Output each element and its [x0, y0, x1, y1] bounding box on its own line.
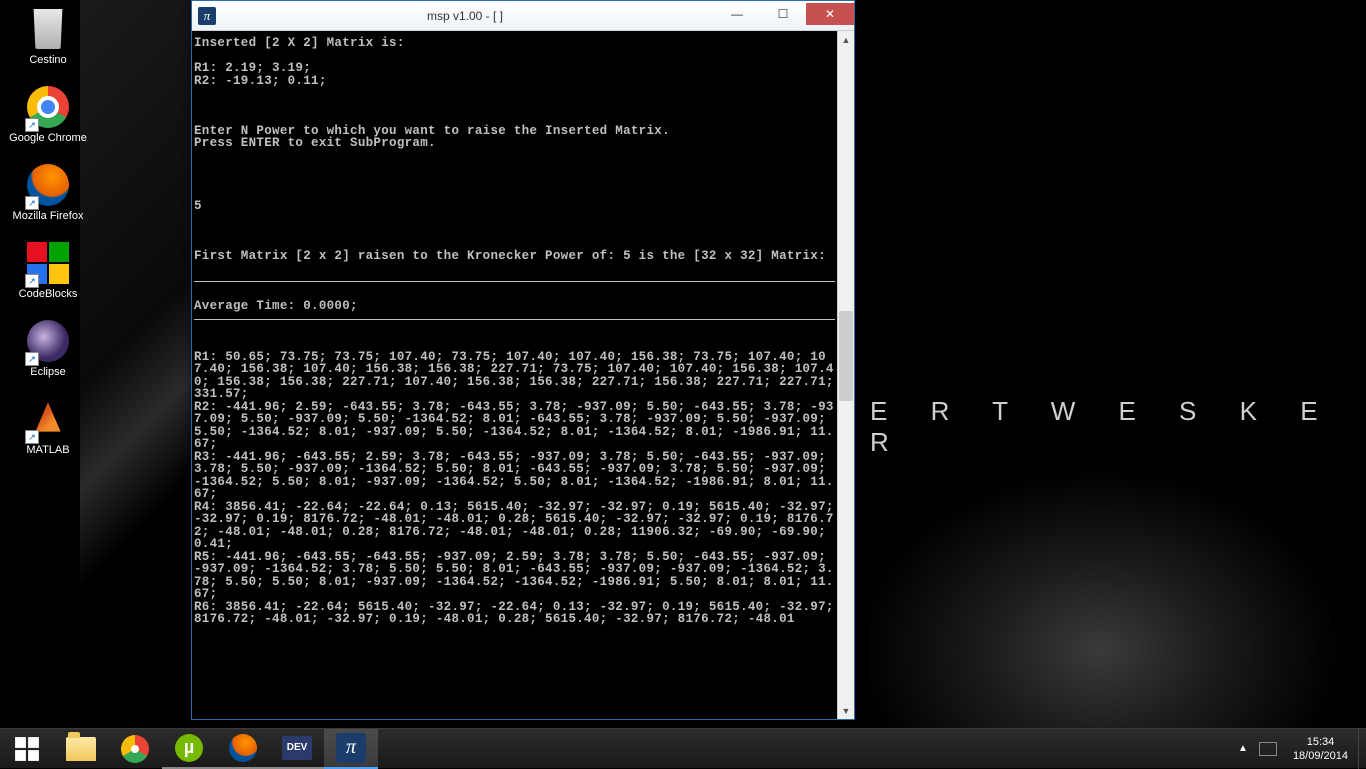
scroll-thumb[interactable] [839, 311, 853, 401]
firefox-icon [229, 734, 257, 762]
console-input-echo: 5 [194, 199, 202, 213]
chrome-icon [121, 735, 149, 763]
action-center-flag-icon[interactable] [1259, 742, 1277, 756]
tray-date: 18/09/2014 [1293, 749, 1348, 763]
taskbar-utorrent[interactable]: µ [162, 729, 216, 769]
tray-overflow-icon[interactable]: ▲ [1233, 743, 1253, 754]
scroll-down-arrow-icon[interactable]: ▼ [838, 702, 854, 719]
console-row: R5: -441.96; -643.55; -643.55; -937.09; … [194, 550, 834, 602]
icon-label: Mozilla Firefox [8, 210, 88, 222]
icon-label: CodeBlocks [8, 288, 88, 300]
tray-clock[interactable]: 15:34 18/09/2014 [1283, 735, 1358, 763]
console-line: Average Time: 0.0000; [194, 299, 358, 313]
taskbar: µ DEV π ▲ 15:34 18/09/2014 [0, 728, 1366, 768]
shortcut-arrow-icon: ↗ [25, 274, 39, 288]
app-pi-icon: π [198, 7, 216, 25]
console-row: R4: 3856.41; -22.64; -22.64; 0.13; 5615.… [194, 500, 837, 552]
desktop-icon-bin[interactable]: Cestino [8, 6, 88, 66]
vertical-scrollbar[interactable]: ▲ ▼ [837, 31, 854, 719]
icon-label: Cestino [8, 54, 88, 66]
utorrent-icon: µ [175, 734, 203, 762]
shortcut-arrow-icon: ↗ [25, 430, 39, 444]
desktop-icons: Cestino ↗ Google Chrome ↗ Mozilla Firefo… [8, 6, 88, 474]
desktop-icon-matlab[interactable]: ↗ MATLAB [8, 396, 88, 456]
system-tray: ▲ 15:34 18/09/2014 [1233, 729, 1366, 769]
desktop-icon-eclipse[interactable]: ↗ Eclipse [8, 318, 88, 378]
console-row: R2: -441.96; 2.59; -643.55; 3.78; -643.5… [194, 400, 834, 452]
desktop-icon-codeblocks[interactable]: ↗ CodeBlocks [8, 240, 88, 300]
shortcut-arrow-icon: ↗ [25, 196, 39, 210]
console-row: R6: 3856.41; -22.64; 5615.40; -32.97; -2… [194, 600, 837, 627]
horizontal-rule [194, 281, 835, 282]
icon-label: Google Chrome [8, 132, 88, 144]
taskbar-msp-app[interactable]: π [324, 729, 378, 769]
horizontal-rule [194, 319, 835, 320]
icon-label: Eclipse [8, 366, 88, 378]
console-output[interactable]: Inserted [2 X 2] Matrix is: R1: 2.19; 3.… [192, 31, 837, 719]
recycle-bin-icon [30, 9, 66, 49]
console-line: First Matrix [2 x 2] raisen to the Krone… [194, 249, 826, 263]
shortcut-arrow-icon: ↗ [25, 352, 39, 366]
wallpaper-text: E R T W E S K E R [870, 396, 1366, 458]
windows-logo-icon [14, 736, 40, 762]
pi-icon: π [336, 733, 366, 763]
console-row: R3: -441.96; -643.55; 2.59; 3.78; -643.5… [194, 450, 834, 502]
titlebar[interactable]: π msp v1.00 - [ ] — ☐ ✕ [192, 1, 854, 31]
console-row: R1: 50.65; 73.75; 73.75; 107.40; 73.75; … [194, 350, 837, 402]
console-window[interactable]: π msp v1.00 - [ ] — ☐ ✕ Inserted [2 X 2]… [191, 0, 855, 720]
taskbar-firefox[interactable] [216, 729, 270, 769]
desktop-icon-firefox[interactable]: ↗ Mozilla Firefox [8, 162, 88, 222]
devcpp-icon: DEV [282, 736, 312, 760]
taskbar-explorer[interactable] [54, 729, 108, 769]
scroll-up-arrow-icon[interactable]: ▲ [838, 31, 854, 48]
taskbar-chrome[interactable] [108, 729, 162, 769]
desktop-icon-chrome[interactable]: ↗ Google Chrome [8, 84, 88, 144]
taskbar-devcpp[interactable]: DEV [270, 729, 324, 769]
folder-icon [66, 737, 96, 761]
console-line: Press ENTER to exit SubProgram. [194, 136, 436, 150]
minimize-button[interactable]: — [714, 3, 760, 25]
start-button[interactable] [0, 729, 54, 769]
console-line: R2: -19.13; 0.11; [194, 74, 327, 88]
console-line: Inserted [2 X 2] Matrix is: [194, 36, 405, 50]
tray-time: 15:34 [1293, 735, 1348, 749]
window-title: msp v1.00 - [ ] [216, 9, 714, 23]
maximize-button[interactable]: ☐ [760, 3, 806, 25]
show-desktop-button[interactable] [1358, 729, 1366, 769]
icon-label: MATLAB [8, 444, 88, 456]
shortcut-arrow-icon: ↗ [25, 118, 39, 132]
close-button[interactable]: ✕ [806, 3, 854, 25]
